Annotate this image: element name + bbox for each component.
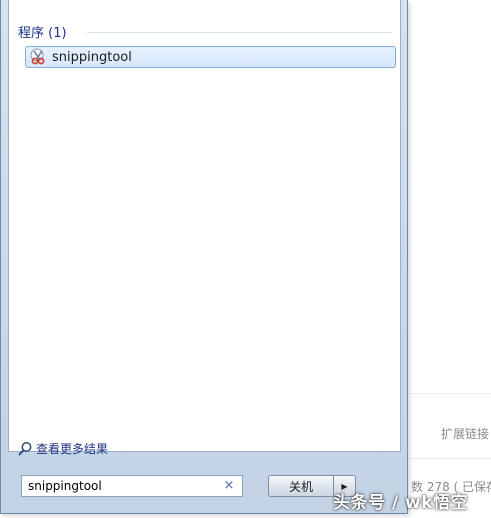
- start-menu: 程序 (1) snippingtool 查看更多结果 snippingtool …: [0, 0, 408, 514]
- result-item-label: snippingtool: [52, 49, 132, 65]
- shutdown-button[interactable]: 关机: [268, 475, 334, 497]
- result-item-snippingtool[interactable]: snippingtool: [25, 46, 396, 68]
- clear-search-icon[interactable]: ×: [222, 478, 236, 494]
- search-input[interactable]: [22, 477, 218, 495]
- group-header-rule: [87, 32, 392, 33]
- background-divider: [410, 393, 491, 394]
- extension-link[interactable]: 扩展链接: [441, 425, 489, 442]
- see-more-results-label: 查看更多结果: [36, 442, 109, 456]
- programs-group-header: 程序 (1): [18, 26, 67, 41]
- watermark: 头条号 / wk悟空: [333, 493, 469, 513]
- search-results-panel: 程序 (1) snippingtool: [8, 0, 401, 452]
- see-more-results-link[interactable]: 查看更多结果: [17, 440, 108, 457]
- search-icon: [17, 441, 33, 457]
- background-divider: [410, 458, 491, 459]
- scissors-icon: [30, 48, 48, 66]
- start-search-box[interactable]: ×: [21, 475, 243, 497]
